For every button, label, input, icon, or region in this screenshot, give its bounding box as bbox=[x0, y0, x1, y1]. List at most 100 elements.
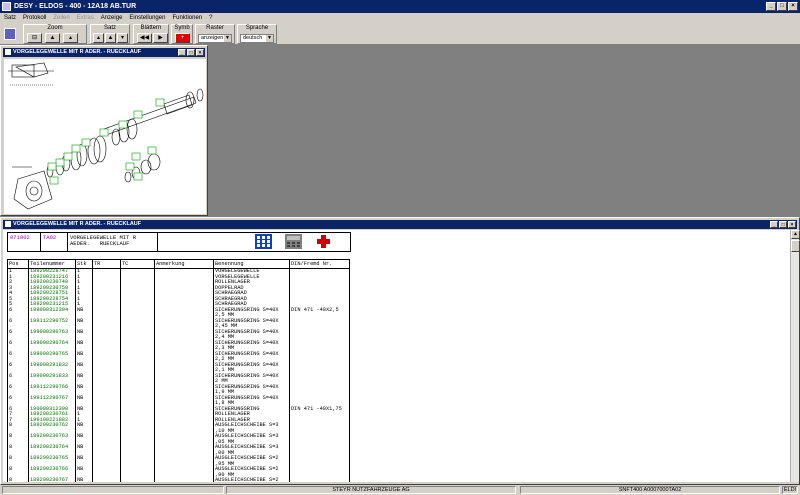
table-cell: SICHERUNGSRING S=40X 2,3 MM bbox=[213, 340, 290, 352]
drawing-window[interactable]: VORGELEGEWELLE MIT R ADER. - RUECKLAUF _… bbox=[0, 45, 208, 216]
table-cell bbox=[154, 423, 214, 434]
raster-label: Raster bbox=[206, 25, 224, 31]
zoom-in-button[interactable]: ▲ bbox=[45, 33, 60, 43]
table-cell bbox=[289, 395, 350, 407]
exploded-drawing[interactable] bbox=[4, 59, 206, 214]
mdi-workspace: VORGELEGEWELLE MIT R ADER. - RUECKLAUF _… bbox=[0, 45, 800, 485]
table-cell bbox=[120, 467, 155, 478]
scroll-thumb[interactable] bbox=[791, 240, 800, 252]
table-cell: 6 bbox=[7, 318, 29, 330]
zoom-out-button[interactable]: ▴ bbox=[63, 33, 78, 43]
calculator-icon[interactable] bbox=[285, 234, 302, 249]
table-cell bbox=[289, 456, 350, 467]
close-button[interactable]: × bbox=[788, 2, 798, 11]
table-cell bbox=[92, 307, 121, 319]
table-cell: 199112290766 bbox=[28, 384, 76, 396]
table-row[interactable]: 8 189200230767 NB AUSGLEICHSCHEIBE S=2 bbox=[7, 477, 350, 482]
minimize-button[interactable]: _ bbox=[766, 2, 776, 11]
menu-einstellungen[interactable]: Einstellungen bbox=[129, 13, 165, 23]
table-cell: SICHERUNGSRING S=40X 2,4 MM bbox=[213, 329, 290, 341]
table-row[interactable]: 6 199000291832 NB SICHERUNGSRING S=40X 2,1 … bbox=[7, 362, 350, 374]
table-row[interactable]: 6 199000290763 NB SICHERUNGSRING S=40X 2,4 … bbox=[7, 329, 350, 341]
satz-prev-button[interactable]: ▲ bbox=[105, 33, 116, 43]
status-company: STEYR NUTZFAHRZEUGE AG bbox=[226, 486, 516, 494]
table-cell bbox=[92, 467, 121, 478]
table-cell bbox=[92, 445, 121, 456]
table-cell bbox=[154, 351, 214, 363]
table-cell bbox=[92, 423, 121, 434]
print-icon[interactable] bbox=[4, 28, 16, 40]
table-cell bbox=[92, 456, 121, 467]
scroll-up-icon[interactable]: ▲ bbox=[791, 230, 800, 239]
table-row[interactable]: 6 199112290752 NB SICHERUNGSRING S=40X 2,45… bbox=[7, 318, 350, 330]
status-app: ELDI bbox=[782, 486, 798, 494]
minimize-button[interactable]: _ bbox=[178, 49, 186, 56]
col-tc: TC bbox=[120, 259, 155, 269]
menu-funktionen[interactable]: Funktionen bbox=[172, 13, 202, 23]
zoom-fit-button[interactable]: ⊟ bbox=[27, 33, 42, 43]
table-cell: NB bbox=[75, 395, 93, 407]
status-bar: STEYR NUTZFAHRZEUGE AG SNFT400 A0007000T… bbox=[0, 485, 800, 495]
table-cell bbox=[92, 351, 121, 363]
table-cell bbox=[92, 434, 121, 445]
drawing-window-titlebar[interactable]: VORGELEGEWELLE MIT R ADER. - RUECKLAUF _… bbox=[3, 48, 205, 57]
table-cell bbox=[154, 478, 214, 482]
table-row[interactable]: 6 199000291833 NB SICHERUNGSRING S=40X 2 MM bbox=[7, 373, 350, 385]
menu-satz[interactable]: Satz bbox=[4, 13, 16, 23]
page-back-button[interactable]: ◀◀ bbox=[137, 33, 152, 43]
menu-extras[interactable]: Extras bbox=[77, 13, 94, 23]
table-cell: SICHERUNGSRING S=40X 2,1 MM bbox=[213, 362, 290, 374]
menu-protokoll[interactable]: Protokoll bbox=[23, 13, 46, 23]
table-cell bbox=[120, 456, 155, 467]
grid-view-icon[interactable] bbox=[255, 234, 272, 249]
vertical-scrollbar[interactable]: ▲ bbox=[790, 230, 800, 482]
table-cell bbox=[154, 318, 214, 330]
table-cell: 6 bbox=[7, 373, 29, 385]
satz-next-button[interactable]: ▾ bbox=[117, 33, 128, 43]
table-cell: SICHERUNGSRING S=40X 2,5 MM bbox=[213, 307, 290, 319]
chevron-down-icon[interactable]: ▼ bbox=[266, 35, 273, 42]
close-button[interactable]: × bbox=[196, 49, 204, 56]
table-row[interactable]: 6 199000290764 NB SICHERUNGSRING S=40X 2,3 … bbox=[7, 340, 350, 352]
parts-list-window[interactable]: VORGELEGEWELLE MIT R ADER. - RUECKLAUF _… bbox=[0, 217, 800, 485]
table-cell: NB bbox=[75, 362, 93, 374]
table-cell bbox=[120, 340, 155, 352]
table-cell: SICHERUNGSRING S=40X 1,8 MM bbox=[213, 395, 290, 407]
parts-list-body: 071002 TA02 VORGELEGEWELLE MIT R AEDER. … bbox=[3, 230, 797, 482]
red-cross-icon[interactable] bbox=[315, 234, 332, 249]
maximize-button[interactable]: □ bbox=[779, 221, 787, 228]
minimize-button[interactable]: _ bbox=[770, 221, 778, 228]
table-cell bbox=[154, 434, 214, 445]
menu-bar: Satz Protokoll Zeilen Extras Anzeige Ein… bbox=[0, 13, 800, 23]
menu-help[interactable]: ? bbox=[209, 13, 212, 23]
title-bar: DESY - ELDOS - 400 - 12A18 AB.TUR _ □ × bbox=[0, 0, 800, 13]
table-row[interactable]: 6 199112290767 NB SICHERUNGSRING S=40X 1,8 … bbox=[7, 395, 350, 407]
table-row[interactable]: 6 199000290765 NB SICHERUNGSRING S=40X 2,2 … bbox=[7, 351, 350, 363]
maximize-button[interactable]: □ bbox=[187, 49, 195, 56]
close-button[interactable]: × bbox=[788, 221, 796, 228]
parts-table: Pos Teilenummer Stk TR TC Anmerkung Bene… bbox=[7, 259, 350, 482]
satz-first-button[interactable]: ▴ bbox=[93, 33, 104, 43]
symb-group: Symb + bbox=[171, 24, 193, 44]
table-cell: 199000291832 bbox=[28, 362, 76, 374]
table-cell: AUSGLEICHSCHEIBE S=2 bbox=[213, 477, 290, 482]
page-forward-button[interactable]: ▶ bbox=[153, 33, 168, 43]
symbol-button[interactable]: + bbox=[175, 33, 190, 43]
menu-zeilen[interactable]: Zeilen bbox=[53, 13, 69, 23]
maximize-button[interactable]: □ bbox=[777, 2, 787, 11]
table-cell: DIN 471 -40X1,75 bbox=[289, 406, 350, 412]
table-cell bbox=[120, 329, 155, 341]
sprache-select[interactable]: deutsch ▼ bbox=[240, 34, 274, 43]
table-cell: NB bbox=[75, 373, 93, 385]
raster-select[interactable]: anzeigen ▼ bbox=[198, 34, 232, 43]
table-cell: NB bbox=[75, 340, 93, 352]
chevron-down-icon[interactable]: ▼ bbox=[224, 35, 231, 42]
table-row[interactable]: 6 199000312304 NB SICHERUNGSRING S=40X 2,5 … bbox=[7, 307, 350, 319]
parts-window-titlebar[interactable]: VORGELEGEWELLE MIT R ADER. - RUECKLAUF _… bbox=[3, 220, 797, 229]
table-cell bbox=[92, 329, 121, 341]
menu-anzeige[interactable]: Anzeige bbox=[101, 13, 123, 23]
table-cell: 6 bbox=[7, 329, 29, 341]
table-cell: SICHERUNGSRING S=40X 2,2 MM bbox=[213, 351, 290, 363]
table-cell bbox=[120, 351, 155, 363]
table-row[interactable]: 6 199112290766 NB SICHERUNGSRING S=40X 1,9 … bbox=[7, 384, 350, 396]
